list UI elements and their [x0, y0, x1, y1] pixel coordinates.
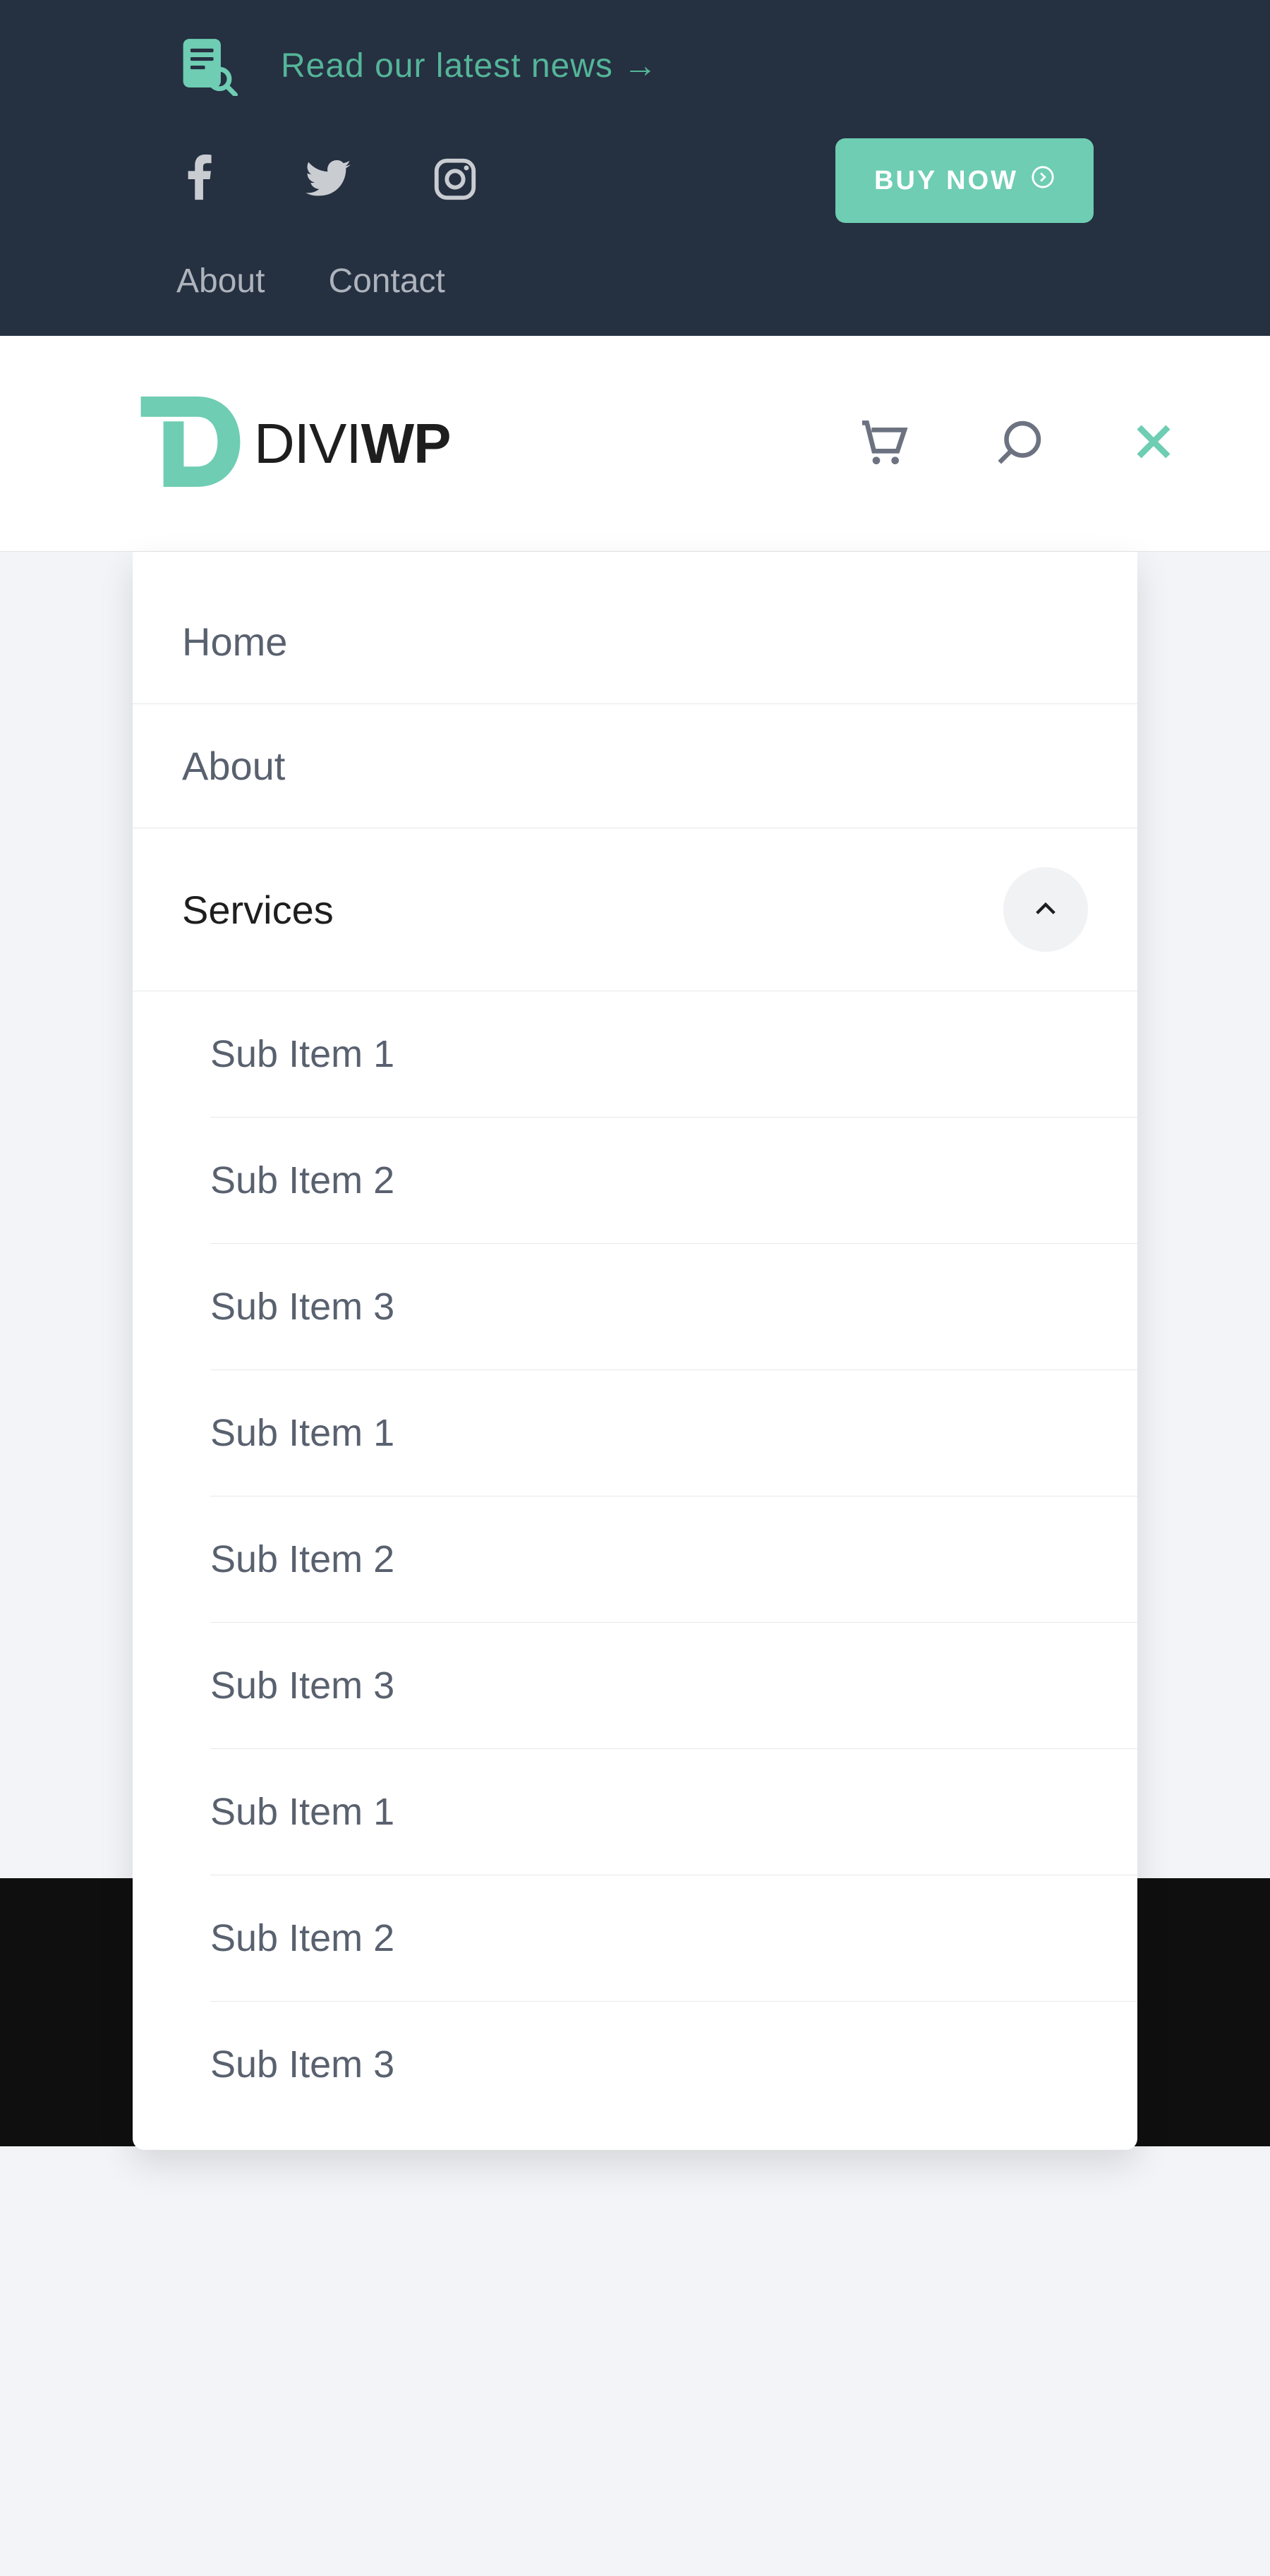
menu-area: Home About Services Sub Item 1 Sub Item … [0, 552, 1270, 2146]
topbar-links: About Contact [176, 262, 1094, 301]
social-icons [176, 155, 480, 207]
submenu-item[interactable]: Sub Item 2 [210, 1875, 1137, 2002]
twitter-icon[interactable] [303, 155, 353, 207]
mobile-menu: Home About Services Sub Item 1 Sub Item … [133, 552, 1137, 2150]
chevron-up-icon [1031, 895, 1060, 924]
submenu-item[interactable]: Sub Item 2 [210, 1496, 1137, 1623]
cart-icon[interactable] [855, 413, 912, 473]
topbar: Read our latest news → [0, 0, 1270, 336]
submenu-item[interactable]: Sub Item 1 [210, 1370, 1137, 1496]
close-icon[interactable] [1129, 417, 1178, 470]
news-row: Read our latest news → [176, 35, 1094, 96]
buy-now-button[interactable]: BUY NOW [835, 138, 1094, 223]
menu-item-label: Home [182, 619, 287, 665]
logo-text: DIVIWP [254, 411, 450, 476]
header: DIVIWP [0, 336, 1270, 552]
menu-item-label: About [182, 743, 285, 789]
menu-item-home[interactable]: Home [133, 552, 1137, 704]
submenu-item[interactable]: Sub Item 3 [210, 1244, 1137, 1370]
social-row: BUY NOW [176, 138, 1094, 223]
logo[interactable]: DIVIWP [134, 385, 450, 502]
topbar-link-about[interactable]: About [176, 262, 265, 301]
menu-item-services[interactable]: Services [133, 828, 1137, 991]
submenu-item[interactable]: Sub Item 3 [210, 2002, 1137, 2100]
document-search-icon [176, 35, 238, 96]
submenu-item[interactable]: Sub Item 1 [210, 991, 1137, 1118]
circle-arrow-icon [1031, 165, 1055, 196]
submenu-item[interactable]: Sub Item 3 [210, 1623, 1137, 1749]
search-icon[interactable] [993, 414, 1048, 473]
submenu-item[interactable]: Sub Item 2 [210, 1118, 1137, 1244]
news-link[interactable]: Read our latest news → [281, 47, 658, 85]
logo-text-bold: WP [361, 412, 451, 475]
facebook-icon[interactable] [176, 155, 226, 207]
collapse-toggle[interactable] [1003, 867, 1088, 952]
buy-now-label: BUY NOW [874, 166, 1018, 196]
logo-mark-icon [134, 385, 247, 502]
logo-text-light: DIVI [254, 412, 361, 475]
submenu-services: Sub Item 1 Sub Item 2 Sub Item 3 Sub Ite… [133, 991, 1137, 2100]
menu-item-about[interactable]: About [133, 704, 1137, 828]
menu-item-label: Services [182, 887, 334, 933]
submenu-item[interactable]: Sub Item 1 [210, 1749, 1137, 1875]
instagram-icon[interactable] [430, 155, 480, 207]
topbar-link-contact[interactable]: Contact [328, 262, 445, 301]
topbar-inner: Read our latest news → [85, 0, 1185, 329]
header-icons [855, 413, 1178, 473]
